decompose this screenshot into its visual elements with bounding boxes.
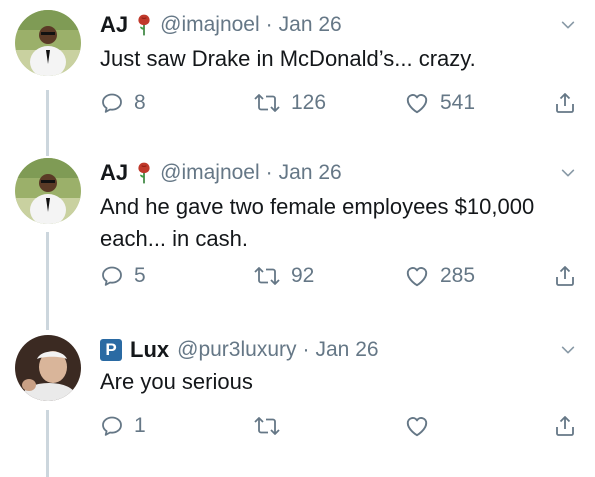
tweet-actions: 1 [100,411,580,441]
tweet-header: AJ @imajnoel · Jan 26 [100,158,342,188]
tweet-actions: 5 92 285 [100,261,580,291]
reply-icon [100,91,124,115]
display-name[interactable]: Lux [130,337,169,363]
tweet-actions: 8 126 541 [100,88,580,118]
avatar[interactable] [15,10,81,76]
share-icon [553,264,577,288]
reply-button[interactable]: 1 [100,411,146,441]
avatar[interactable] [15,158,81,224]
chevron-down-icon[interactable] [559,16,577,34]
reply-count: 1 [134,414,146,437]
avatar[interactable] [15,335,81,401]
reply-count: 8 [134,91,146,114]
tweet-date[interactable]: Jan 26 [279,161,342,185]
chevron-down-icon[interactable] [559,164,577,182]
retweet-button[interactable] [253,411,281,441]
tweet-header: AJ @imajnoel · Jan 26 [100,10,342,40]
reply-icon [100,414,124,438]
like-button[interactable]: 285 [404,261,475,291]
retweet-count: 126 [291,91,327,114]
tweet-text: Are you serious [100,369,253,394]
tweet-header: P Lux @pur3luxury · Jan 26 [100,335,379,365]
reply-icon [100,264,124,288]
like-button[interactable] [404,411,430,441]
share-icon [553,414,577,438]
reply-button[interactable]: 5 [100,261,146,291]
retweet-icon [253,91,281,115]
separator: · [265,161,273,184]
share-button[interactable] [553,261,577,291]
share-icon [553,91,577,115]
like-icon [404,413,430,439]
tweet-text: And he gave two female employees $10,000… [100,194,535,251]
reply-count: 5 [134,264,146,287]
user-handle[interactable]: @imajnoel [160,13,260,37]
tweet[interactable]: P Lux @pur3luxury · Jan 26 Are you serio… [0,335,595,477]
user-handle[interactable]: @imajnoel [160,161,260,185]
tweet-date[interactable]: Jan 26 [279,13,342,37]
rose-emoji-icon [136,161,152,185]
retweet-icon [253,264,281,288]
tweet-text: Just saw Drake in McDonald’s... crazy. [100,46,476,71]
tweet-date[interactable]: Jan 26 [316,338,379,362]
tweet[interactable]: AJ @imajnoel · Jan 26 And he gave two fe… [0,158,595,328]
chevron-down-icon[interactable] [559,341,577,359]
like-icon [404,90,430,116]
retweet-button[interactable]: 92 [253,261,314,291]
separator: · [265,13,273,36]
share-button[interactable] [553,411,577,441]
like-count: 541 [440,91,476,114]
retweet-button[interactable]: 126 [253,88,326,118]
reply-button[interactable]: 8 [100,88,146,118]
display-name[interactable]: AJ [100,12,128,38]
display-name[interactable]: AJ [100,160,128,186]
share-button[interactable] [553,88,577,118]
separator: · [302,338,310,361]
retweet-count: 92 [291,264,315,287]
like-icon [404,263,430,289]
user-handle[interactable]: @pur3luxury [177,338,296,362]
profile-badge: P [100,339,122,361]
retweet-icon [253,414,281,438]
like-count: 285 [440,264,476,287]
tweet[interactable]: AJ @imajnoel · Jan 26 Just saw Drake in … [0,10,595,150]
like-button[interactable]: 541 [404,88,475,118]
rose-emoji-icon [136,13,152,37]
